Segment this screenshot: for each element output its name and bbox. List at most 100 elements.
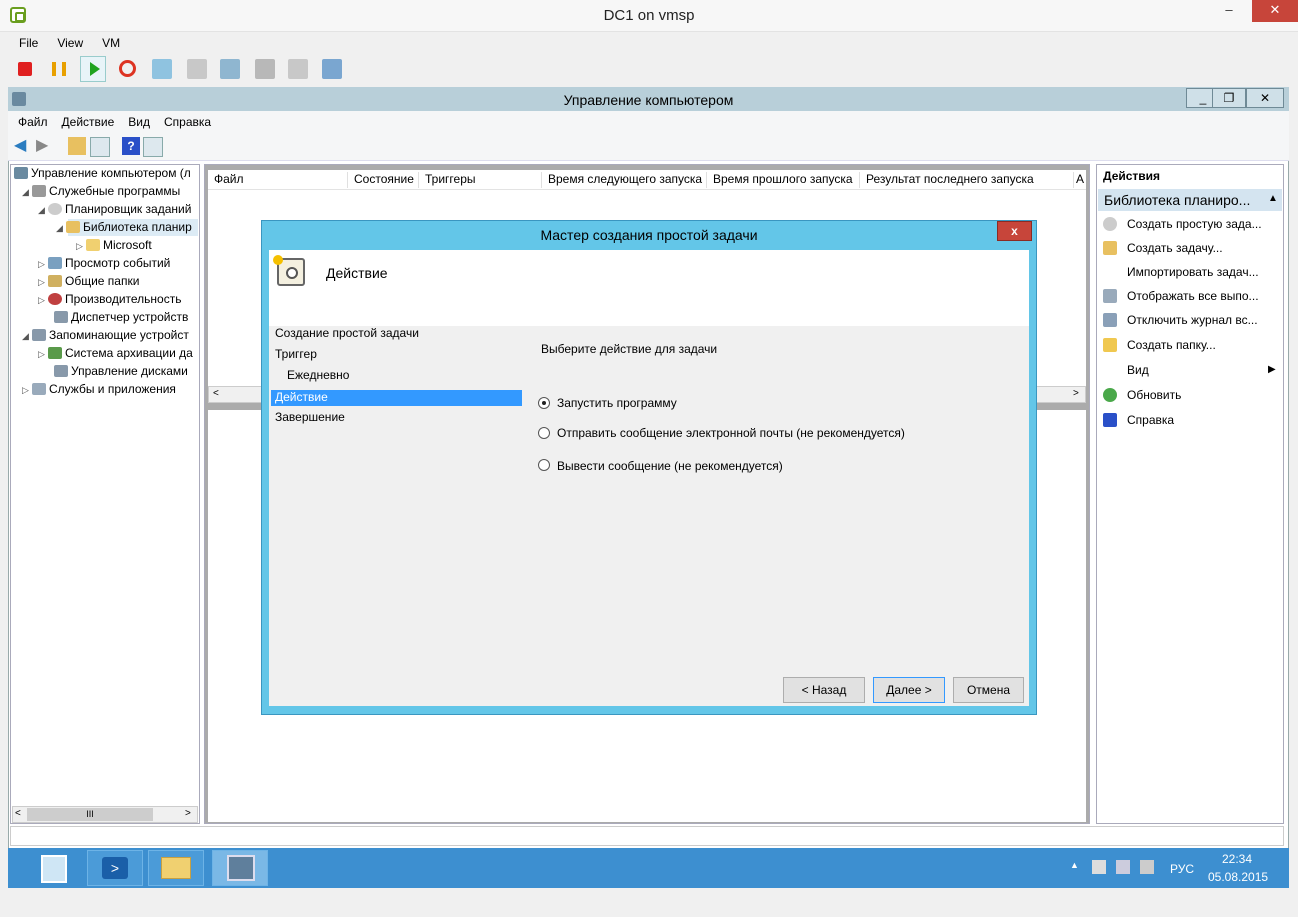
- clock-time[interactable]: 22:34: [1222, 852, 1252, 866]
- action-disable-history[interactable]: Отключить журнал вс...: [1103, 311, 1258, 329]
- settings-icon[interactable]: [288, 59, 308, 79]
- snapshot-icon[interactable]: [152, 59, 172, 79]
- wizard-step-create-basic-task: Создание простой задачи: [275, 326, 419, 340]
- clock-date[interactable]: 05.08.2015: [1208, 870, 1268, 884]
- wizard-close-button[interactable]: x: [997, 221, 1032, 241]
- scroll-right-icon[interactable]: >: [185, 808, 191, 819]
- back-arrow-icon[interactable]: ◀: [14, 137, 32, 155]
- tree-item-task-library[interactable]: ◢ Библиотека планир: [56, 218, 198, 236]
- mmc-menu-view[interactable]: Вид: [128, 115, 150, 129]
- show-hide-tree-icon[interactable]: [90, 137, 110, 157]
- reset-icon[interactable]: [119, 60, 136, 77]
- action-help[interactable]: Справка: [1103, 411, 1174, 429]
- collapse-arrow-icon[interactable]: ▲: [1268, 193, 1278, 204]
- tree-item-device-manager[interactable]: Диспетчер устройств: [48, 308, 198, 326]
- radio-start-program-label[interactable]: Запустить программу: [557, 396, 677, 410]
- forward-arrow-icon[interactable]: ▶: [36, 137, 54, 155]
- vm-close-button[interactable]: ✕: [1252, 0, 1298, 22]
- console-icon[interactable]: [255, 59, 275, 79]
- vm-menu-view[interactable]: View: [57, 36, 83, 50]
- column-file[interactable]: Файл: [208, 172, 348, 188]
- expanded-arrow-icon[interactable]: ◢: [38, 201, 48, 218]
- mmc-restore-button[interactable]: ❐: [1212, 88, 1246, 108]
- tree-item-system-tools[interactable]: ◢ Служебные программы: [22, 182, 198, 200]
- tree-item-shared-folders[interactable]: ▷ Общие папки: [38, 272, 198, 290]
- action-create-basic-task[interactable]: Создать простую зада...: [1103, 215, 1262, 233]
- network-icon[interactable]: [1116, 860, 1130, 874]
- collapsed-arrow-icon[interactable]: ▷: [38, 291, 48, 308]
- expanded-arrow-icon[interactable]: ◢: [22, 327, 32, 344]
- explorer-taskbar-button[interactable]: [148, 850, 204, 886]
- radio-display-message-label[interactable]: Вывести сообщение (не рекомендуется): [557, 459, 783, 473]
- tree-item-performance[interactable]: ▷ Производительность: [38, 290, 198, 308]
- tree-item-disk-management[interactable]: Управление дисками: [48, 362, 198, 380]
- column-author[interactable]: А: [1074, 172, 1086, 188]
- revert-snapshot-icon[interactable]: [187, 59, 207, 79]
- tree-item-task-scheduler[interactable]: ◢ Планировщик заданий: [38, 200, 198, 218]
- mmc-menu-file[interactable]: Файл: [18, 115, 48, 129]
- input-language-indicator[interactable]: РУС: [1170, 862, 1194, 876]
- show-hidden-icons-icon[interactable]: ▲: [1070, 860, 1079, 870]
- wizard-header: [269, 250, 1029, 326]
- action-refresh[interactable]: Обновить: [1103, 386, 1181, 404]
- collapsed-arrow-icon[interactable]: ▷: [38, 255, 48, 272]
- power-on-icon[interactable]: [90, 62, 100, 76]
- tree-item-event-viewer[interactable]: ▷ Просмотр событий: [38, 254, 198, 272]
- scroll-right-icon[interactable]: >: [1073, 388, 1079, 399]
- collapsed-arrow-icon[interactable]: ▷: [76, 237, 86, 254]
- snapshot-manager-icon[interactable]: [220, 59, 240, 79]
- back-button[interactable]: < Назад: [783, 677, 865, 703]
- column-last-run[interactable]: Время прошлого запуска: [707, 172, 860, 188]
- action-view[interactable]: Вид ▶: [1103, 361, 1278, 379]
- vm-tools-icon[interactable]: [322, 59, 342, 79]
- scroll-left-icon[interactable]: <: [213, 388, 219, 399]
- tree-item-services-apps[interactable]: ▷ Службы и приложения: [22, 380, 198, 398]
- vm-menu-vm[interactable]: VM: [102, 36, 120, 50]
- action-new-folder[interactable]: Создать папку...: [1103, 336, 1216, 354]
- collapsed-arrow-icon[interactable]: ▷: [22, 381, 32, 398]
- suspend-icon[interactable]: [52, 62, 66, 76]
- action-display-running[interactable]: Отображать все выпо...: [1103, 287, 1259, 305]
- computer-management-taskbar-button[interactable]: [212, 850, 268, 886]
- column-next-run[interactable]: Время следующего запуска: [542, 172, 707, 188]
- tree-item-computer-management[interactable]: Управление компьютером (л: [14, 164, 198, 182]
- disk-icon: [54, 365, 68, 377]
- vm-menu-file[interactable]: File: [19, 36, 38, 50]
- radio-send-email-label[interactable]: Отправить сообщение электронной почты (н…: [557, 426, 905, 440]
- tree-item-backup[interactable]: ▷ Система архивации да: [38, 344, 198, 362]
- server-manager-taskbar-button[interactable]: [26, 850, 82, 886]
- radio-send-email[interactable]: [538, 427, 550, 439]
- expanded-arrow-icon[interactable]: ◢: [22, 183, 32, 200]
- tree-horizontal-scrollbar[interactable]: < III >: [12, 806, 198, 823]
- mmc-menu-action[interactable]: Действие: [62, 115, 115, 129]
- show-hide-action-pane-icon[interactable]: [143, 137, 163, 157]
- mmc-menu-help[interactable]: Справка: [164, 115, 211, 129]
- tree-item-microsoft[interactable]: ▷ Microsoft: [76, 236, 198, 254]
- scrollbar-thumb[interactable]: III: [27, 808, 153, 821]
- radio-display-message[interactable]: [538, 459, 550, 471]
- vm-minimize-button[interactable]: –: [1206, 0, 1252, 22]
- action-create-task[interactable]: Создать задачу...: [1103, 239, 1223, 257]
- radio-start-program[interactable]: [538, 397, 550, 409]
- collapsed-arrow-icon[interactable]: ▷: [38, 345, 48, 362]
- scroll-left-icon[interactable]: <: [15, 808, 21, 819]
- wizard-title: Мастер создания простой задачи: [540, 227, 758, 243]
- up-folder-icon[interactable]: [68, 137, 86, 155]
- powershell-taskbar-button[interactable]: >: [87, 850, 143, 886]
- column-last-result[interactable]: Результат последнего запуска: [860, 172, 1074, 188]
- column-status[interactable]: Состояние: [348, 172, 419, 188]
- next-button[interactable]: Далее >: [873, 677, 945, 703]
- collapsed-arrow-icon[interactable]: ▷: [38, 273, 48, 290]
- cancel-button[interactable]: Отмена: [953, 677, 1024, 703]
- power-off-icon[interactable]: [18, 62, 32, 76]
- tree-item-storage[interactable]: ◢ Запоминающие устройст: [22, 326, 198, 344]
- column-triggers[interactable]: Триггеры: [419, 172, 542, 188]
- actions-subheader[interactable]: Библиотека планиро... ▲: [1098, 189, 1282, 211]
- help-icon[interactable]: ?: [122, 137, 140, 155]
- action-import-task[interactable]: Импортировать задач...: [1103, 263, 1259, 281]
- mmc-menubar: Файл Действие Вид Справка: [8, 111, 1289, 133]
- volume-muted-icon[interactable]: [1140, 860, 1154, 874]
- expanded-arrow-icon[interactable]: ◢: [56, 219, 66, 236]
- mmc-close-button[interactable]: ✕: [1246, 88, 1284, 108]
- action-center-flag-icon[interactable]: [1092, 860, 1106, 874]
